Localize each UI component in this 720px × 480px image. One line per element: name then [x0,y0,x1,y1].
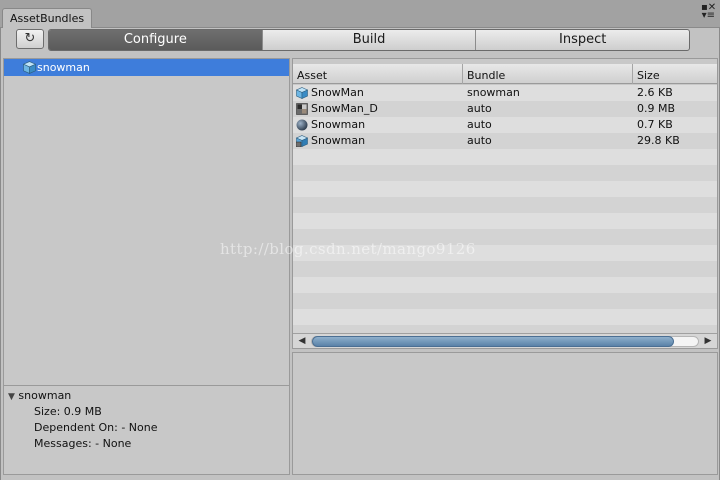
tab-configure[interactable]: Configure [49,30,262,50]
table-row[interactable]: Snowman auto 0.7 KB [293,117,717,133]
bundle-messages-text: Messages: - None [34,437,132,450]
bundle-size-text: Size: 0.9 MB [34,405,102,418]
asset-list-panel: Asset Bundle Size SnowMan snowman 2.6 KB [292,58,718,349]
bundle-tree-panel: snowman [3,58,290,411]
tab-inspect[interactable]: Inspect [475,30,689,50]
asset-detail-panel [292,352,718,475]
table-row[interactable]: SnowMan snowman 2.6 KB [293,85,717,101]
scroll-right-icon[interactable]: ▶ [701,335,715,348]
scroll-left-icon[interactable]: ◀ [295,335,309,348]
bundle-info-header[interactable]: ▼ snowman [8,389,71,404]
tree-item-snowman[interactable]: snowman [4,59,289,76]
asset-bundle: snowman [467,86,520,99]
asset-name: Snowman [311,134,366,147]
tab-build[interactable]: Build [261,30,476,50]
asset-table-header: Asset Bundle Size [293,64,717,84]
watermark-text: http://blog.csdn.net/mango9126 [220,240,476,258]
column-header-asset[interactable]: Asset [293,64,461,84]
table-row[interactable]: Snowman auto 29.8 KB [293,133,717,149]
asset-name: Snowman [311,118,366,131]
scrollbar-thumb[interactable] [312,336,674,347]
asset-name: SnowMan_D [311,102,378,115]
window-titlebar: AssetBundles ▪✕ ▾≡ [0,0,720,29]
horizontal-scrollbar[interactable]: ◀ ▶ [293,333,717,348]
asset-size: 2.6 KB [637,86,673,99]
tree-item-label: snowman [37,61,90,74]
bundle-info-title: snowman [18,389,72,402]
texture-icon [296,103,308,115]
asset-size: 0.7 KB [637,118,673,131]
asset-table-body: SnowMan snowman 2.6 KB SnowMan_D auto 0.… [293,85,717,333]
cube-icon [296,87,308,99]
column-header-size[interactable]: Size [632,64,717,84]
refresh-icon: ↻ [24,31,36,46]
material-sphere-icon [296,119,308,131]
expand-triangle-icon[interactable]: ▼ [8,392,15,402]
mode-tab-bar: Configure Build Inspect [48,29,690,51]
asset-size: 29.8 KB [637,134,680,147]
asset-bundle: auto [467,102,492,115]
table-row[interactable]: SnowMan_D auto 0.9 MB [293,101,717,117]
bundle-dependencies-text: Dependent On: - None [34,421,158,434]
asset-bundle: auto [467,134,492,147]
asset-name: SnowMan [311,86,364,99]
window-menu-icon[interactable]: ▪✕ ▾≡ [701,3,716,21]
cube-icon [23,61,36,74]
refresh-button[interactable]: ↻ [16,29,44,49]
asset-size: 0.9 MB [637,102,676,115]
assetbundles-window-tab[interactable]: AssetBundles [2,8,93,29]
column-header-bundle[interactable]: Bundle [462,64,632,84]
bundle-info-panel: ▼ snowman Size: 0.9 MB Dependent On: - N… [3,385,290,475]
mesh-icon [296,135,308,147]
scrollbar-track[interactable] [311,336,699,347]
asset-bundle: auto [467,118,492,131]
